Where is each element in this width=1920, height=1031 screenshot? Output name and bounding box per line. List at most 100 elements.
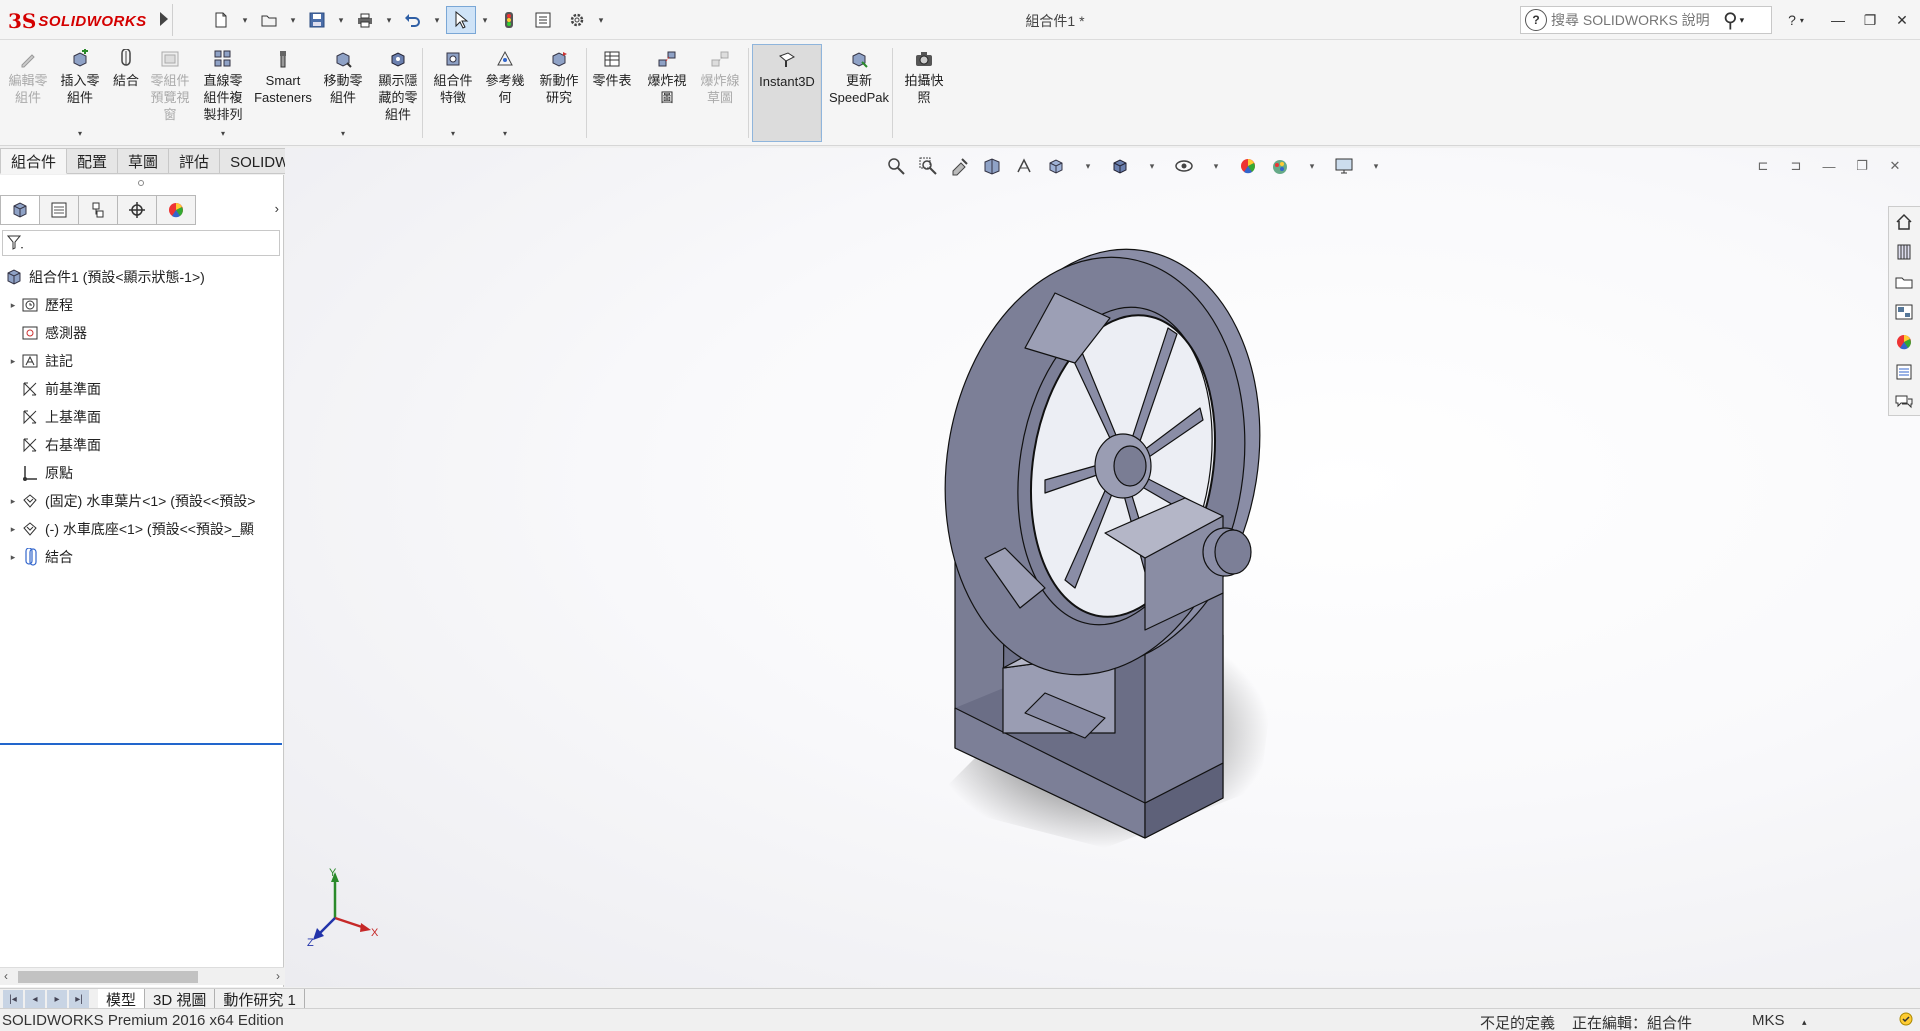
tab-1[interactable]: 配置 (67, 148, 119, 174)
speedpak-button[interactable]: 更新 SpeedPak (826, 44, 892, 142)
print-icon[interactable] (350, 6, 380, 34)
linear-pattern-button[interactable]: 直線零 組件複 製排列 ▾ (198, 44, 248, 142)
scroll-left-icon[interactable]: ‹ (4, 969, 8, 983)
tab-3[interactable]: 評估 (169, 148, 221, 174)
new-dropdown-icon[interactable]: ▾ (240, 15, 250, 26)
new-document-icon[interactable] (206, 6, 236, 34)
rebuild-status-icon[interactable] (1898, 1011, 1914, 1031)
undo-icon[interactable] (398, 6, 428, 34)
options-gear-icon[interactable] (562, 6, 592, 34)
help-search-input[interactable] (1551, 8, 1719, 32)
snapshot-button[interactable]: 拍攝快 照 (896, 44, 952, 142)
tree-item[interactable]: ▸ (固定) 水車葉片<1> (預設<<預設> (0, 487, 284, 515)
tree-item[interactable]: 右基準面 (0, 431, 284, 459)
tree-item[interactable]: 上基準面 (0, 403, 284, 431)
tree-horizontal-scrollbar[interactable]: ‹ › (0, 967, 284, 985)
assembly-features-button[interactable]: 組合件 特徵 ▾ (428, 44, 478, 142)
expand-arrow-icon[interactable]: ▸ (6, 496, 20, 507)
insert-component-icon (69, 48, 91, 70)
last-tab-icon[interactable]: ▸| (69, 990, 89, 1008)
tree-item-label: 註記 (45, 353, 73, 369)
instant3d-button[interactable]: Instant3D (752, 44, 822, 142)
new-motion-study-button[interactable]: 新動作 研究 (534, 44, 584, 142)
rebuild-icon[interactable] (494, 6, 524, 34)
tree-item[interactable]: 原點 (0, 459, 284, 487)
command-label: 零件表 (592, 73, 632, 88)
unit-system-arrow-icon[interactable]: ▴ (1802, 1017, 1807, 1028)
restore-button[interactable]: ❐ (1856, 8, 1884, 32)
edit-component-button[interactable]: 編輯零 組件 (6, 44, 50, 142)
dimxpert-manager-tab-icon[interactable] (117, 195, 157, 225)
command-dropdown-icon[interactable]: ▾ (503, 125, 507, 142)
reference-geometry-button[interactable]: 參考幾 何 ▾ (480, 44, 530, 142)
configuration-manager-tab-icon[interactable] (78, 195, 118, 225)
feature-manager-tab-icon[interactable] (0, 195, 40, 225)
search-icon[interactable]: ⚲ (1723, 8, 1738, 33)
select-pointer-icon[interactable] (446, 6, 476, 34)
command-dropdown-icon[interactable]: ▾ (341, 125, 345, 142)
help-dropdown-icon: ▾ (1799, 15, 1804, 25)
command-dropdown-icon[interactable]: ▾ (451, 125, 455, 142)
search-dropdown-icon[interactable]: ▾ (1740, 15, 1745, 26)
tab-0[interactable]: 組合件 (0, 148, 68, 174)
tree-item[interactable]: ▸ 歷程 (0, 291, 284, 319)
feature-manager-panel: › 組合件1 (預設<顯示狀態-1>) ▸ 歷程感測器 ▸ 註記前基準面 上基準面 右基準面… (0, 175, 284, 987)
tree-item[interactable]: 前基準面 (0, 375, 284, 403)
expand-arrow-icon[interactable]: ▸ (6, 524, 20, 535)
open-folder-icon[interactable] (254, 6, 284, 34)
bom-button[interactable]: 零件表 (588, 44, 636, 142)
smart-fasteners-button[interactable]: Smart Fasteners (252, 44, 314, 142)
explode-line-sketch-button[interactable]: 爆炸線 草圖 (694, 44, 746, 142)
select-dropdown-icon[interactable]: ▾ (480, 15, 490, 26)
graphics-area[interactable]: ▾ ▾ ▾ ▾ ▾ ⊏ ⊐ — ❐ ✕ Y X Z (285, 148, 1920, 987)
solidworks-logo[interactable]: 3S SOLIDWORKS (8, 8, 158, 34)
save-icon[interactable] (302, 6, 332, 34)
expand-arrow-icon[interactable]: ▸ (6, 356, 20, 367)
undo-dropdown-icon[interactable]: ▾ (432, 15, 442, 26)
tree-item[interactable]: 感測器 (0, 319, 284, 347)
command-dropdown-icon[interactable]: ▾ (221, 125, 225, 142)
panel-resize-handle[interactable] (138, 180, 144, 186)
property-manager-tab-icon[interactable] (39, 195, 79, 225)
bottom-tab-1[interactable]: 3D 視圖 (145, 989, 216, 1009)
scroll-right-icon[interactable]: › (276, 969, 280, 983)
save-dropdown-icon[interactable]: ▾ (336, 15, 346, 26)
tab-2[interactable]: 草圖 (118, 148, 170, 174)
tree-item[interactable]: ▸ (-) 水車底座<1> (預設<<預設>_顯 (0, 515, 284, 543)
minimize-button[interactable]: — (1824, 8, 1852, 32)
component-preview-button[interactable]: 零組件 預覽視 窗 (146, 44, 194, 142)
waterwheel-assembly-model[interactable] (285, 148, 1920, 987)
bottom-tab-2[interactable]: 動作研究 1 (215, 989, 305, 1009)
command-dropdown-icon[interactable]: ▾ (78, 125, 82, 142)
show-hidden-button[interactable]: 顯示隱 藏的零 組件 (372, 44, 424, 142)
tree-root-assembly[interactable]: 組合件1 (預設<顯示狀態-1>) (0, 263, 284, 291)
title-bar: 3S SOLIDWORKS ▾ ▾ ▾ ▾ ▾ ▾ ▾ 組合件1 * ? 搜尋 … (0, 0, 1920, 40)
tree-item[interactable]: ▸ 結合 (0, 543, 284, 571)
rollback-bar[interactable] (0, 743, 282, 745)
help-menu-button[interactable]: ? ▾ (1782, 8, 1810, 32)
first-tab-icon[interactable]: |◂ (3, 990, 23, 1008)
display-manager-tab-icon[interactable] (156, 195, 196, 225)
tree-filter-box[interactable] (2, 230, 280, 256)
scrollbar-thumb[interactable] (18, 971, 198, 983)
open-dropdown-icon[interactable]: ▾ (288, 15, 298, 26)
menu-expand-arrow-icon[interactable] (160, 12, 168, 26)
print-dropdown-icon[interactable]: ▾ (384, 15, 394, 26)
options-dropdown-icon[interactable]: ▾ (596, 15, 606, 26)
tree-item[interactable]: ▸ 註記 (0, 347, 284, 375)
expand-arrow-icon[interactable]: ▸ (6, 552, 20, 563)
expand-arrow-icon[interactable]: ▸ (6, 300, 20, 311)
insert-component-button[interactable]: 插入零 組件 ▾ (56, 44, 104, 142)
next-tab-icon[interactable]: ▸ (47, 990, 67, 1008)
exploded-view-button[interactable]: 爆炸視 圖 (642, 44, 692, 142)
close-button[interactable]: ✕ (1888, 8, 1916, 32)
unit-system[interactable]: MKS (1752, 1012, 1785, 1029)
tree-item-label: 感測器 (45, 325, 87, 341)
help-question-icon[interactable]: ? (1525, 9, 1547, 31)
chevron-right-icon[interactable]: › (275, 201, 279, 216)
move-component-button[interactable]: 移動零 組件 ▾ (318, 44, 368, 142)
mate-button[interactable]: 結合 (108, 44, 144, 142)
file-properties-icon[interactable] (528, 6, 558, 34)
bottom-tab-0[interactable]: 模型 (98, 989, 146, 1009)
prev-tab-icon[interactable]: ◂ (25, 990, 45, 1008)
